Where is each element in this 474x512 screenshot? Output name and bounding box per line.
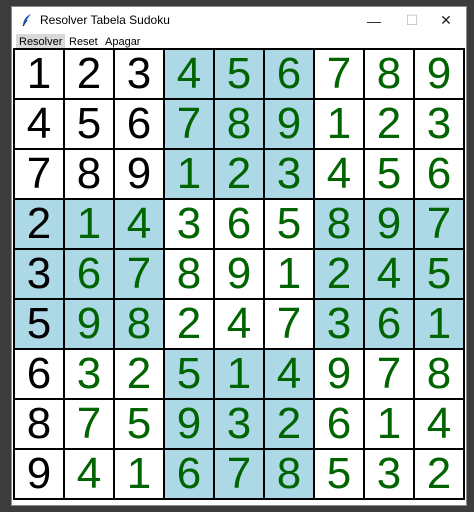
sudoku-cell-r8-c2[interactable]: 7 bbox=[65, 400, 113, 448]
sudoku-cell-r3-c3[interactable]: 9 bbox=[115, 150, 163, 198]
sudoku-cell-r9-c4[interactable]: 6 bbox=[165, 450, 213, 498]
sudoku-cell-r4-c7[interactable]: 8 bbox=[315, 200, 363, 248]
sudoku-cell-r3-c1[interactable]: 7 bbox=[15, 150, 63, 198]
sudoku-cell-r9-c6[interactable]: 8 bbox=[265, 450, 313, 498]
sudoku-cell-r2-c8[interactable]: 2 bbox=[365, 100, 413, 148]
sudoku-cell-r8-c6[interactable]: 2 bbox=[265, 400, 313, 448]
sudoku-cell-r1-c2[interactable]: 2 bbox=[65, 50, 113, 98]
sudoku-cell-r7-c5[interactable]: 1 bbox=[215, 350, 263, 398]
sudoku-cell-r5-c3[interactable]: 7 bbox=[115, 250, 163, 298]
sudoku-cell-r3-c5[interactable]: 2 bbox=[215, 150, 263, 198]
sudoku-cell-r1-c9[interactable]: 9 bbox=[415, 50, 463, 98]
sudoku-cell-r1-c1[interactable]: 1 bbox=[15, 50, 63, 98]
sudoku-cell-r8-c5[interactable]: 3 bbox=[215, 400, 263, 448]
sudoku-cell-r4-c1[interactable]: 2 bbox=[15, 200, 63, 248]
sudoku-cell-r1-c7[interactable]: 7 bbox=[315, 50, 363, 98]
sudoku-cell-r9-c3[interactable]: 1 bbox=[115, 450, 163, 498]
sudoku-cell-r4-c3[interactable]: 4 bbox=[115, 200, 163, 248]
sudoku-cell-r4-c2[interactable]: 1 bbox=[65, 200, 113, 248]
sudoku-cell-r7-c6[interactable]: 4 bbox=[265, 350, 313, 398]
sudoku-cell-r5-c9[interactable]: 5 bbox=[415, 250, 463, 298]
sudoku-cell-r4-c8[interactable]: 9 bbox=[365, 200, 413, 248]
sudoku-cell-r1-c6[interactable]: 6 bbox=[265, 50, 313, 98]
sudoku-cell-r1-c4[interactable]: 4 bbox=[165, 50, 213, 98]
sudoku-cell-r4-c5[interactable]: 6 bbox=[215, 200, 263, 248]
sudoku-cell-r7-c3[interactable]: 2 bbox=[115, 350, 163, 398]
sudoku-cell-r5-c6[interactable]: 1 bbox=[265, 250, 313, 298]
sudoku-cell-r2-c3[interactable]: 6 bbox=[115, 100, 163, 148]
sudoku-cell-r4-c6[interactable]: 5 bbox=[265, 200, 313, 248]
sudoku-cell-r7-c1[interactable]: 6 bbox=[15, 350, 63, 398]
sudoku-cell-r9-c5[interactable]: 7 bbox=[215, 450, 263, 498]
sudoku-cell-r2-c1[interactable]: 4 bbox=[15, 100, 63, 148]
close-button[interactable]: ✕ bbox=[426, 7, 466, 34]
sudoku-cell-r3-c6[interactable]: 3 bbox=[265, 150, 313, 198]
sudoku-cell-r7-c4[interactable]: 5 bbox=[165, 350, 213, 398]
sudoku-cell-r8-c7[interactable]: 6 bbox=[315, 400, 363, 448]
sudoku-cell-r4-c9[interactable]: 7 bbox=[415, 200, 463, 248]
sudoku-cell-r2-c9[interactable]: 3 bbox=[415, 100, 463, 148]
sudoku-cell-r9-c2[interactable]: 4 bbox=[65, 450, 113, 498]
sudoku-cell-r3-c8[interactable]: 5 bbox=[365, 150, 413, 198]
title-bar[interactable]: Resolver Tabela Sudoku — ☐ ✕ bbox=[12, 7, 466, 34]
menu-apagar[interactable]: Apagar bbox=[105, 36, 140, 48]
sudoku-cell-r1-c8[interactable]: 8 bbox=[365, 50, 413, 98]
sudoku-cell-r8-c9[interactable]: 4 bbox=[415, 400, 463, 448]
sudoku-cell-r8-c3[interactable]: 5 bbox=[115, 400, 163, 448]
sudoku-cell-r3-c7[interactable]: 4 bbox=[315, 150, 363, 198]
sudoku-cell-r6-c7[interactable]: 3 bbox=[315, 300, 363, 348]
sudoku-cell-r2-c6[interactable]: 9 bbox=[265, 100, 313, 148]
sudoku-cell-r5-c2[interactable]: 6 bbox=[65, 250, 113, 298]
sudoku-cell-r5-c8[interactable]: 4 bbox=[365, 250, 413, 298]
sudoku-cell-r7-c2[interactable]: 3 bbox=[65, 350, 113, 398]
minimize-button[interactable]: — bbox=[354, 7, 394, 34]
sudoku-cell-r5-c7[interactable]: 2 bbox=[315, 250, 363, 298]
sudoku-cell-r2-c7[interactable]: 1 bbox=[315, 100, 363, 148]
sudoku-cell-r7-c8[interactable]: 7 bbox=[365, 350, 413, 398]
sudoku-cell-r1-c3[interactable]: 3 bbox=[115, 50, 163, 98]
window-title: Resolver Tabela Sudoku bbox=[40, 13, 170, 27]
sudoku-cell-r6-c8[interactable]: 6 bbox=[365, 300, 413, 348]
sudoku-cell-r3-c4[interactable]: 1 bbox=[165, 150, 213, 198]
sudoku-cell-r5-c1[interactable]: 3 bbox=[15, 250, 63, 298]
sudoku-cell-r8-c4[interactable]: 9 bbox=[165, 400, 213, 448]
sudoku-cell-r2-c2[interactable]: 5 bbox=[65, 100, 113, 148]
sudoku-cell-r4-c4[interactable]: 3 bbox=[165, 200, 213, 248]
feather-icon bbox=[22, 14, 31, 27]
sudoku-cell-r8-c1[interactable]: 8 bbox=[15, 400, 63, 448]
sudoku-cell-r6-c3[interactable]: 8 bbox=[115, 300, 163, 348]
sudoku-cell-r1-c5[interactable]: 5 bbox=[215, 50, 263, 98]
sudoku-cell-r6-c9[interactable]: 1 bbox=[415, 300, 463, 348]
sudoku-cell-r2-c5[interactable]: 8 bbox=[215, 100, 263, 148]
sudoku-cell-r9-c9[interactable]: 2 bbox=[415, 450, 463, 498]
sudoku-cell-r6-c1[interactable]: 5 bbox=[15, 300, 63, 348]
sudoku-cell-r9-c7[interactable]: 5 bbox=[315, 450, 363, 498]
sudoku-board: 1234567894567891237891234562143658973678… bbox=[13, 48, 465, 500]
sudoku-cell-r5-c4[interactable]: 8 bbox=[165, 250, 213, 298]
sudoku-cell-r6-c4[interactable]: 2 bbox=[165, 300, 213, 348]
sudoku-cell-r7-c7[interactable]: 9 bbox=[315, 350, 363, 398]
sudoku-cell-r3-c2[interactable]: 8 bbox=[65, 150, 113, 198]
sudoku-cell-r2-c4[interactable]: 7 bbox=[165, 100, 213, 148]
sudoku-cell-r5-c5[interactable]: 9 bbox=[215, 250, 263, 298]
sudoku-cell-r6-c5[interactable]: 4 bbox=[215, 300, 263, 348]
sudoku-cell-r6-c6[interactable]: 7 bbox=[265, 300, 313, 348]
sudoku-cell-r7-c9[interactable]: 8 bbox=[415, 350, 463, 398]
sudoku-cell-r3-c9[interactable]: 6 bbox=[415, 150, 463, 198]
sudoku-cell-r6-c2[interactable]: 9 bbox=[65, 300, 113, 348]
sudoku-cell-r8-c8[interactable]: 1 bbox=[365, 400, 413, 448]
menu-reset[interactable]: Reset bbox=[69, 36, 98, 48]
sudoku-cell-r9-c8[interactable]: 3 bbox=[365, 450, 413, 498]
sudoku-cell-r9-c1[interactable]: 9 bbox=[15, 450, 63, 498]
